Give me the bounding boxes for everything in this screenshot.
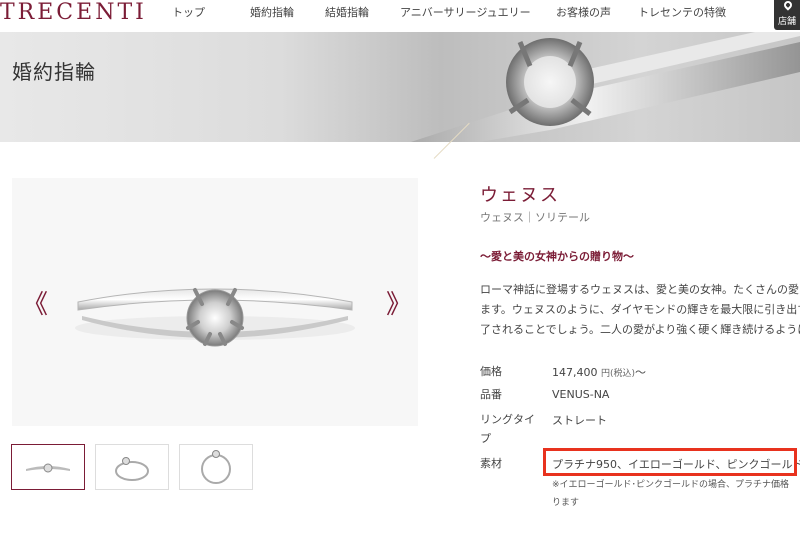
thumbnail-front-view[interactable] [11, 444, 85, 490]
thumbnail-ring-image [201, 450, 231, 484]
price-tax-note: 円(税込) [601, 369, 636, 379]
ring-type-label: リングタイ プ [480, 410, 535, 448]
material-note-line: ※イエローゴールド･ピンクゴールドの場合、プラチナ価格 [552, 480, 789, 490]
store-label: 店舗 [777, 17, 796, 27]
nav-item-customer-voices[interactable]: お客様の声 [556, 4, 611, 20]
description-line: ます。ウェヌスのように、ダイヤモンドの輝きを最大限に引き出すり [480, 303, 800, 316]
top-navigation: TRECENTI トップ 婚約指輪 結婚指輪 アニバーサリージュエリー お客様の… [0, 0, 800, 32]
hero-ring-image [410, 32, 800, 142]
price-label: 価格 [480, 365, 502, 378]
product-catchphrase: ～愛と美の女神からの贈り物～ [480, 250, 634, 263]
store-button[interactable]: 店舗 [774, 0, 800, 30]
gallery-next-button[interactable]: 》 [386, 292, 412, 318]
brand-logo[interactable]: TRECENTI [0, 0, 147, 28]
thumbnail-angle-view[interactable] [95, 444, 169, 490]
price-suffix: 〜 [635, 366, 647, 379]
product-description: ローマ神話に登場するウェヌスは、愛と美の女神。たくさんの愛を ます。ウェヌスのよ… [480, 280, 800, 340]
code-value: VENUS-NA [552, 388, 610, 401]
thumbnail-ring-image [115, 457, 149, 481]
product-subtitle: ウェヌス｜ソリテール [480, 211, 590, 224]
nav-item-features[interactable]: トレセンテの特徴 [638, 4, 726, 20]
ring-type-label-line: プ [480, 432, 491, 445]
material-highlight-box [543, 448, 797, 476]
description-line: 了されることでしょう。二人の愛がより強く硬く輝き続けるようにと [480, 323, 800, 336]
product-name: ウェヌス [480, 185, 560, 206]
product-main-image [12, 178, 418, 426]
page-title: 婚約指輪 [12, 60, 96, 84]
code-label: 品番 [480, 388, 502, 401]
material-note-line: ります [552, 498, 580, 508]
price-amount: 147,400 [552, 366, 598, 379]
gallery-prev-button[interactable]: 《 [22, 292, 48, 318]
thumbnail-ring-image [26, 463, 70, 473]
description-line: ローマ神話に登場するウェヌスは、愛と美の女神。たくさんの愛を [480, 283, 800, 296]
thumbnail-top-view[interactable] [179, 444, 253, 490]
ring-image [75, 288, 355, 347]
nav-item-wedding-rings[interactable]: 結婚指輪 [325, 4, 369, 20]
price-value: 147,400 円(税込)〜 [552, 364, 646, 380]
nav-item-top[interactable]: トップ [172, 4, 205, 20]
ring-type-value: ストレート [552, 414, 607, 427]
hero-banner: 婚約指輪 [0, 32, 800, 142]
nav-item-anniversary-jewelry[interactable]: アニバーサリージュエリー [400, 4, 531, 20]
material-label: 素材 [480, 457, 502, 470]
material-note: ※イエローゴールド･ピンクゴールドの場合、プラチナ価格 ります [552, 476, 800, 512]
location-pin-icon [782, 0, 794, 11]
ring-type-label-line: リングタイ [480, 413, 535, 426]
nav-item-engagement-rings[interactable]: 婚約指輪 [250, 4, 294, 20]
